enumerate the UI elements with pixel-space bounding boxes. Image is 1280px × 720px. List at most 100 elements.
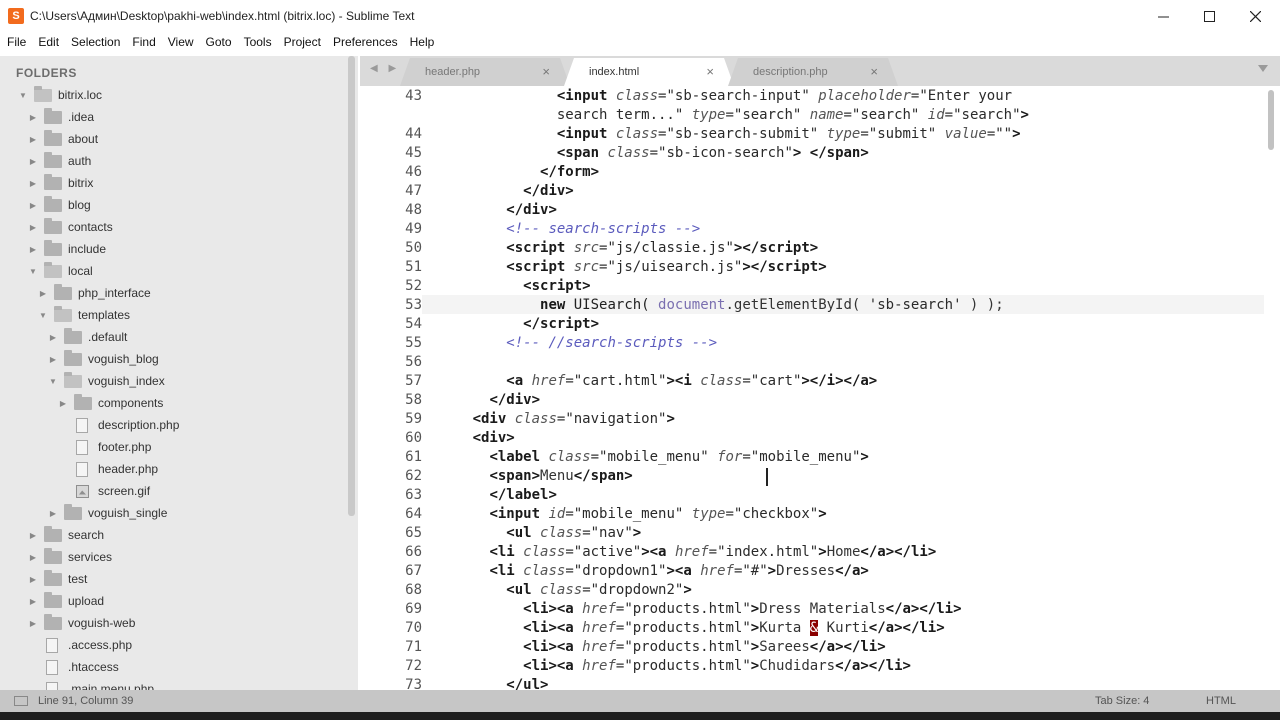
tab-close-icon[interactable]: ×	[542, 64, 550, 79]
sidebar-item[interactable]: ▶ include	[28, 238, 106, 260]
tab-header-php[interactable]: header.php ×	[400, 58, 570, 86]
code-line[interactable]: new UISearch( document.getElementById( '…	[422, 296, 1004, 315]
tab-description-php[interactable]: description.php ×	[728, 58, 898, 86]
code-line[interactable]: <li class="active"><a href="index.html">…	[422, 543, 936, 562]
sidebar-item[interactable]: ▶ voguish-web	[28, 612, 135, 634]
sidebar-item[interactable]: ▼ bitrix.loc	[18, 84, 102, 106]
code-editor[interactable]: 43 44 45 46 47 48 49 50 51 52 53 54 55 56 57 58 59 60 61 62…	[360, 86, 1280, 690]
sidebar-item[interactable]: ▶ .idea	[28, 106, 94, 128]
tab-index-html[interactable]: index.html ×	[564, 58, 734, 86]
sidebar-item[interactable]: header.php	[58, 458, 158, 480]
code-line[interactable]: <label class="mobile_menu" for="mobile_m…	[422, 448, 868, 467]
chevron-right-icon[interactable]: ▶	[28, 200, 38, 210]
minimize-button[interactable]	[1140, 0, 1186, 32]
chevron-down-icon[interactable]: ▼	[38, 310, 48, 320]
chevron-down-icon[interactable]: ▼	[48, 376, 58, 386]
maximize-button[interactable]	[1186, 0, 1232, 32]
code-line[interactable]: </label>	[422, 486, 556, 505]
chevron-right-icon[interactable]: ▶	[58, 398, 68, 408]
sidebar-item[interactable]: ▼ local	[28, 260, 93, 282]
menu-project[interactable]: Project	[278, 35, 327, 49]
code-line[interactable]: <div class="navigation">	[422, 410, 675, 429]
sidebar-item[interactable]: ▶ .default	[48, 326, 127, 348]
tab-close-icon[interactable]: ×	[706, 64, 714, 79]
code-line[interactable]: <input class="sb-search-submit" type="su…	[422, 125, 1021, 144]
menu-tools[interactable]: Tools	[238, 35, 278, 49]
sidebar-item[interactable]: footer.php	[58, 436, 151, 458]
sidebar-item[interactable]: screen.gif	[58, 480, 150, 502]
code-line[interactable]: <ul class="nav">	[422, 524, 641, 543]
code-line[interactable]: <li><a href="products.html">Sarees</a></…	[422, 638, 885, 657]
code-line[interactable]: <span>Menu</span>	[422, 467, 632, 486]
menu-file[interactable]: File	[0, 35, 32, 49]
code-line[interactable]: </div>	[422, 201, 557, 220]
sidebar-item[interactable]: .htaccess	[28, 656, 119, 678]
sidebar-item[interactable]: ▶ search	[28, 524, 104, 546]
chevron-right-icon[interactable]: ▶	[28, 244, 38, 254]
code-line[interactable]: <li class="dropdown1"><a href="#">Dresse…	[422, 562, 868, 581]
code-line[interactable]: <input class="sb-search-input" placehold…	[422, 87, 1012, 106]
sidebar-item[interactable]: ▶ contacts	[28, 216, 113, 238]
sidebar-item[interactable]: .main.menu.php	[28, 678, 154, 690]
chevron-right-icon[interactable]: ▶	[28, 596, 38, 606]
chevron-down-icon[interactable]: ▼	[28, 266, 38, 276]
code-line[interactable]: search term..." type="search" name="sear…	[422, 106, 1029, 125]
chevron-right-icon[interactable]: ▶	[28, 134, 38, 144]
sidebar-item[interactable]: ▶ blog	[28, 194, 91, 216]
code-line[interactable]: <li><a href="products.html">Kurta & Kurt…	[422, 619, 945, 638]
code-line[interactable]: </script>	[422, 315, 599, 334]
code-line[interactable]: <script>	[422, 277, 590, 296]
code-line[interactable]: </ul>	[422, 676, 548, 690]
sidebar-item[interactable]: .access.php	[28, 634, 132, 656]
chevron-right-icon[interactable]: ▶	[28, 178, 38, 188]
chevron-right-icon[interactable]: ▶	[48, 332, 58, 342]
sidebar-item[interactable]: ▶ services	[28, 546, 112, 568]
chevron-right-icon[interactable]: ▶	[48, 508, 58, 518]
sidebar-item[interactable]: ▶ php_interface	[38, 282, 151, 304]
menu-goto[interactable]: Goto	[200, 35, 238, 49]
chevron-right-icon[interactable]: ▶	[28, 530, 38, 540]
code-line[interactable]: <script src="js/classie.js"></script>	[422, 239, 818, 258]
code-line[interactable]: <a href="cart.html"><i class="cart"></i>…	[422, 372, 877, 391]
tab-menu-chevron-down-icon[interactable]	[1258, 65, 1268, 72]
close-window-button[interactable]	[1232, 0, 1278, 32]
code-line[interactable]: <!-- //search-scripts -->	[422, 334, 717, 353]
syntax-indicator[interactable]: HTML	[1206, 695, 1236, 707]
code-line[interactable]: <div>	[422, 429, 515, 448]
menu-help[interactable]: Help	[404, 35, 441, 49]
chevron-right-icon[interactable]: ▶	[38, 288, 48, 298]
sidebar-item[interactable]: ▶ voguish_single	[48, 502, 167, 524]
chevron-down-icon[interactable]: ▼	[18, 90, 28, 100]
chevron-right-icon[interactable]: ▶	[28, 552, 38, 562]
sidebar-scrollbar[interactable]	[348, 56, 355, 516]
sidebar-item[interactable]: ▼ voguish_index	[48, 370, 165, 392]
code-line[interactable]: <script src="js/uisearch.js"></script>	[422, 258, 826, 277]
sidebar-item[interactable]: description.php	[58, 414, 179, 436]
menu-find[interactable]: Find	[126, 35, 161, 49]
code-line[interactable]: <ul class="dropdown2">	[422, 581, 691, 600]
menu-edit[interactable]: Edit	[32, 35, 65, 49]
sidebar-item[interactable]: ▶ auth	[28, 150, 91, 172]
code-line[interactable]: </form>	[422, 163, 599, 182]
chevron-right-icon[interactable]: ▶	[28, 574, 38, 584]
code-line[interactable]: <input id="mobile_menu" type="checkbox">	[422, 505, 826, 524]
code-line[interactable]: <!-- search-scripts -->	[422, 220, 700, 239]
code-line[interactable]: </div>	[422, 182, 574, 201]
menu-preferences[interactable]: Preferences	[327, 35, 404, 49]
chevron-right-icon[interactable]: ▶	[48, 354, 58, 364]
chevron-right-icon[interactable]: ▶	[28, 222, 38, 232]
code-line[interactable]: </div>	[422, 391, 540, 410]
editor-scrollbar[interactable]	[1268, 90, 1274, 150]
code-line[interactable]: <li><a href="products.html">Dress Materi…	[422, 600, 961, 619]
code-line[interactable]: <span class="sb-icon-search"> </span>	[422, 144, 869, 163]
chevron-right-icon[interactable]: ▶	[28, 618, 38, 628]
code-line[interactable]: <li><a href="products.html">Chudidars</a…	[422, 657, 911, 676]
sidebar-item[interactable]: ▶ bitrix	[28, 172, 93, 194]
tab-close-icon[interactable]: ×	[870, 64, 878, 79]
chevron-right-icon[interactable]: ▶	[28, 112, 38, 122]
tab-size-indicator[interactable]: Tab Size: 4	[1095, 695, 1149, 707]
menu-selection[interactable]: Selection	[65, 35, 126, 49]
sidebar-item[interactable]: ▶ upload	[28, 590, 104, 612]
sidebar-item[interactable]: ▶ voguish_blog	[48, 348, 159, 370]
sidebar-item[interactable]: ▶ components	[58, 392, 163, 414]
